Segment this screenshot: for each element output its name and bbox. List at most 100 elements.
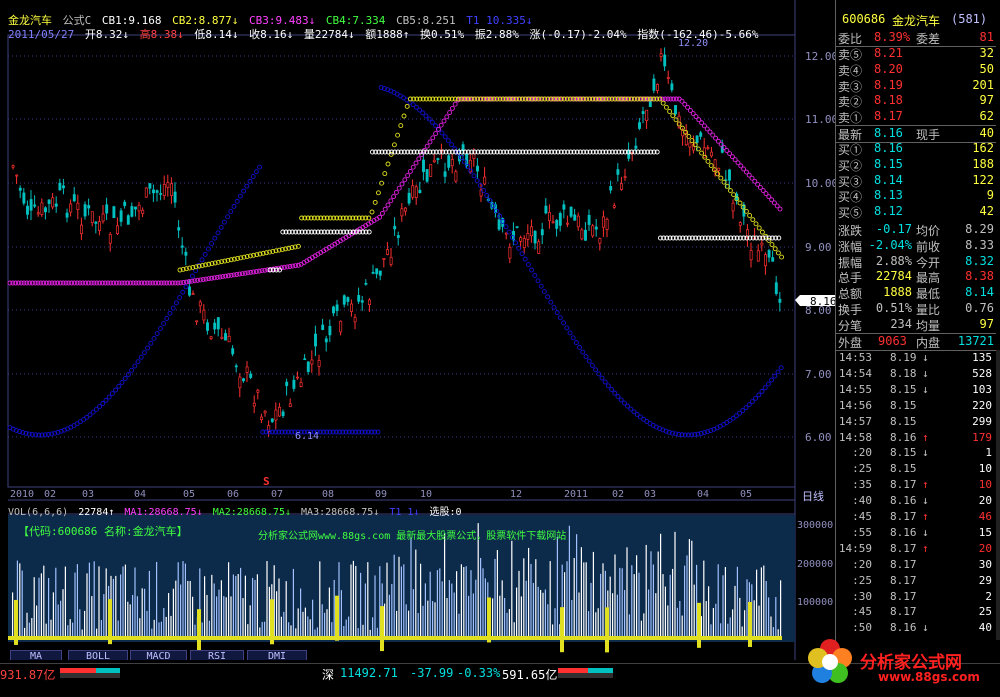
tick-price: 8.17 xyxy=(890,589,917,603)
kline-chart-panel[interactable]: 金龙汽车 公式C CB1:9.168 CB2:8.877↓ CB3:9.483↓… xyxy=(0,0,838,663)
tick-row: 14:53 8.19 ↓ 135 xyxy=(836,351,996,367)
magenta-line xyxy=(379,210,385,216)
volume-bar xyxy=(756,569,758,640)
candle-body xyxy=(62,185,65,189)
blue-wave-line xyxy=(231,203,237,209)
blue-wave-line xyxy=(474,178,480,184)
volume-bar xyxy=(686,555,688,640)
high-annotation: 12.20 xyxy=(678,38,709,49)
tick-volume: 30 xyxy=(978,557,992,571)
candle-body xyxy=(515,226,519,229)
candle-body xyxy=(288,403,292,407)
x-tick: 2010 xyxy=(10,489,35,500)
volume-bar xyxy=(600,573,602,640)
candle-body xyxy=(530,226,533,237)
volume-bar xyxy=(672,568,674,640)
volume-bar xyxy=(420,563,422,640)
volume-bar xyxy=(187,580,189,640)
ask-row: 卖② 8.18 97 xyxy=(836,93,996,109)
ask-price: 8.20 xyxy=(874,61,903,76)
volume-bar xyxy=(576,534,578,640)
tick-price: 8.18 xyxy=(890,366,917,380)
candle-body xyxy=(216,317,220,330)
blue-wave-line xyxy=(215,230,221,236)
blue-wave-line xyxy=(445,138,451,144)
site-overlay: 分析家公式网www.88gs.com 最新最大股票公式，股票软件下载网站 xyxy=(258,531,567,542)
candle-body xyxy=(526,232,530,240)
candle-body xyxy=(263,410,267,414)
volume-bar xyxy=(134,567,136,640)
tick-volume: 10 xyxy=(978,478,992,492)
blue-wave-line xyxy=(253,169,259,175)
volume-bar xyxy=(417,613,419,640)
candle-body xyxy=(29,199,33,211)
volume-bar xyxy=(624,590,626,640)
blue-wave-line xyxy=(199,257,205,263)
volume-bar xyxy=(775,596,777,640)
bid-row: 买② 8.15 188 xyxy=(836,157,996,173)
volume-bar xyxy=(547,604,549,640)
candle-body xyxy=(357,295,361,302)
candle-body xyxy=(429,164,433,177)
candle-body xyxy=(306,361,310,372)
volume-bar xyxy=(542,592,544,640)
volume-bar xyxy=(427,600,429,640)
volume-bar xyxy=(216,596,218,640)
stat-label: 涨跌 xyxy=(838,224,863,238)
period-daily-tab[interactable]: 日线 xyxy=(802,488,824,504)
volume-bar xyxy=(410,537,412,640)
volume-bar xyxy=(393,554,395,640)
signal-spike xyxy=(380,606,384,652)
candle-body xyxy=(519,237,523,242)
blue-wave-line xyxy=(561,320,567,326)
volume-bar xyxy=(177,562,179,640)
volume-bar xyxy=(496,549,498,640)
candle-body xyxy=(188,286,191,296)
volume-bar xyxy=(664,586,666,640)
candle-body xyxy=(616,169,620,175)
blue-wave-line xyxy=(151,335,157,341)
volume-bar xyxy=(79,609,81,640)
volume-bar xyxy=(57,604,59,640)
volume-bar xyxy=(36,605,38,640)
volume-bar xyxy=(669,574,671,640)
candle-body xyxy=(242,378,245,382)
volume-bar xyxy=(225,597,227,640)
tick-direction: ↓ xyxy=(922,382,929,396)
candle-body xyxy=(202,309,206,321)
signal-spike xyxy=(335,595,339,641)
tick-scrollbar[interactable] xyxy=(996,350,1000,640)
volume-bar xyxy=(132,594,134,640)
volume-bar xyxy=(285,581,287,640)
last-hand: 40 xyxy=(979,126,994,140)
blue-wave-line xyxy=(593,367,599,373)
bid-row: 买④ 8.13 9 xyxy=(836,188,996,204)
tick-row: :45 8.17 ↑ 46 xyxy=(836,510,996,526)
candle-body xyxy=(609,186,613,191)
blue-wave-line xyxy=(522,256,528,262)
tick-time: 14:57 xyxy=(838,414,872,428)
tick-row: 14:54 8.18 ↓ 528 xyxy=(836,367,996,383)
tick-time: :25 xyxy=(852,462,872,476)
tick-volume: 25 xyxy=(978,605,992,619)
tick-price: 8.17 xyxy=(890,541,917,555)
tick-row: :25 8.17 29 xyxy=(836,574,996,590)
volume-bar xyxy=(525,580,527,640)
volume-bar xyxy=(631,565,633,640)
volume-bar xyxy=(127,601,129,640)
volume-bar xyxy=(124,564,126,640)
candle-body xyxy=(299,382,303,387)
volume-bar xyxy=(544,589,546,640)
signal-spike xyxy=(270,599,274,645)
volume-bar xyxy=(717,564,719,640)
volume-bar xyxy=(386,562,388,640)
volume-bar xyxy=(43,565,45,640)
stat-label: 均价 xyxy=(916,224,941,238)
blue-wave-line xyxy=(426,116,432,122)
candle-body xyxy=(544,205,548,214)
candle-body xyxy=(634,145,638,149)
candle-body xyxy=(278,406,281,417)
volume-bar xyxy=(602,563,604,640)
volume-bar xyxy=(364,583,366,640)
volume-bar xyxy=(122,566,124,640)
